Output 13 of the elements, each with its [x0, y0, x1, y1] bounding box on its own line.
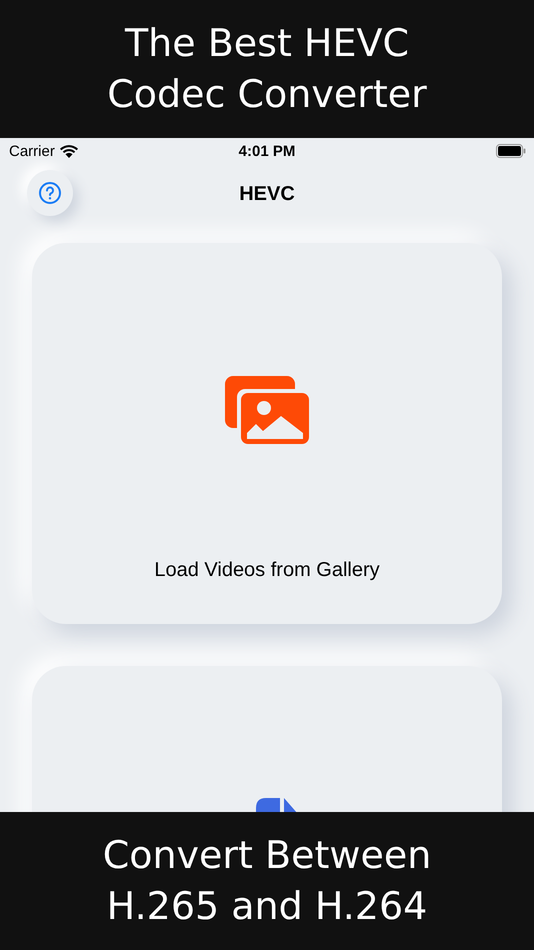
help-icon: [38, 181, 62, 205]
footer-text: Convert Between: [102, 832, 432, 879]
card-label: Load Videos from Gallery: [154, 559, 380, 582]
headline-text: The Best HEVC: [124, 20, 410, 67]
carrier-text: Carrier: [9, 142, 55, 160]
nav-title: HEVC: [239, 182, 295, 206]
footer-text: H.265 and H.264: [106, 883, 428, 930]
photos-icon: [225, 376, 309, 444]
headline-text: Codec Converter: [107, 71, 427, 118]
battery-icon: [496, 144, 526, 158]
wifi-icon: [58, 144, 79, 158]
card-button[interactable]: Load Videos from Gallery: [32, 243, 502, 624]
time-text: 4:01 PM: [238, 142, 296, 160]
